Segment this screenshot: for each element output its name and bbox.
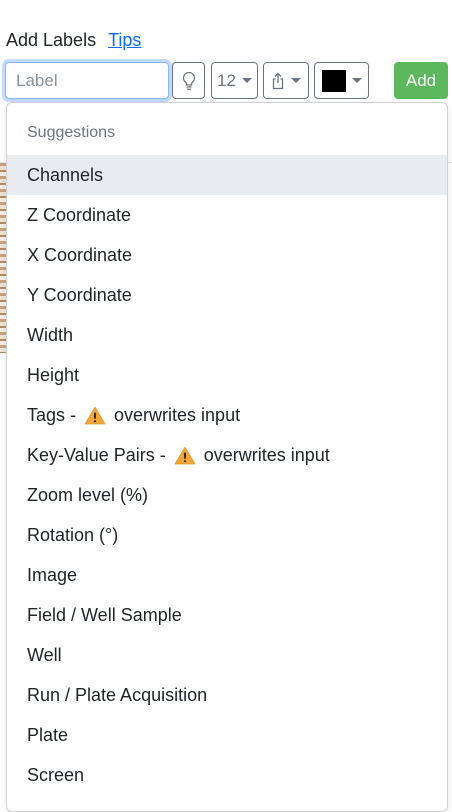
add-labels-header: Add Labels Tips [6, 28, 141, 52]
suggestions-header: Suggestions [27, 124, 116, 141]
suggestion-run-plate-acquisition[interactable]: Run / Plate Acquisition [7, 675, 447, 715]
suggestions-button[interactable] [172, 62, 205, 99]
suggestions-dropdown: Suggestions Channels Z Coordinate X Coor… [6, 102, 448, 812]
chevron-down-icon [241, 78, 252, 83]
suggestion-field-well-sample[interactable]: Field / Well Sample [7, 595, 447, 635]
chevron-down-icon [351, 78, 362, 83]
suggestion-channels[interactable]: Channels [7, 155, 447, 195]
font-size-value: 12 [217, 70, 236, 90]
suggestion-well[interactable]: Well [7, 635, 447, 675]
add-label-button[interactable]: Add [394, 62, 448, 99]
label-position-select[interactable] [263, 62, 309, 99]
warning-icon [174, 446, 196, 465]
suggestion-x-coordinate[interactable]: X Coordinate [7, 235, 447, 275]
suggestion-width[interactable]: Width [7, 315, 447, 355]
suggestion-z-coordinate[interactable]: Z Coordinate [7, 195, 447, 235]
suggestion-key-value-pairs[interactable]: Key-Value Pairs - overwrites input [7, 435, 447, 475]
suggestion-y-coordinate[interactable]: Y Coordinate [7, 275, 447, 315]
font-size-select[interactable]: 12 [211, 62, 258, 99]
suggestion-screen[interactable]: Screen [7, 755, 447, 795]
suggestion-plate[interactable]: Plate [7, 715, 447, 755]
label-input[interactable] [5, 62, 169, 99]
color-swatch [321, 69, 346, 92]
suggestion-height[interactable]: Height [7, 355, 447, 395]
suggestion-zoom-level[interactable]: Zoom level (%) [7, 475, 447, 515]
lightbulb-icon [182, 71, 196, 91]
suggestion-rotation[interactable]: Rotation (°) [7, 515, 447, 555]
suggestion-image[interactable]: Image [7, 555, 447, 595]
chevron-down-icon [291, 78, 301, 83]
tips-link[interactable]: Tips [108, 30, 141, 51]
color-picker[interactable] [314, 62, 369, 99]
suggestion-tags[interactable]: Tags - overwrites input [7, 395, 447, 435]
warning-icon [84, 406, 106, 425]
share-icon [271, 72, 285, 90]
add-labels-title: Add Labels [6, 29, 97, 50]
